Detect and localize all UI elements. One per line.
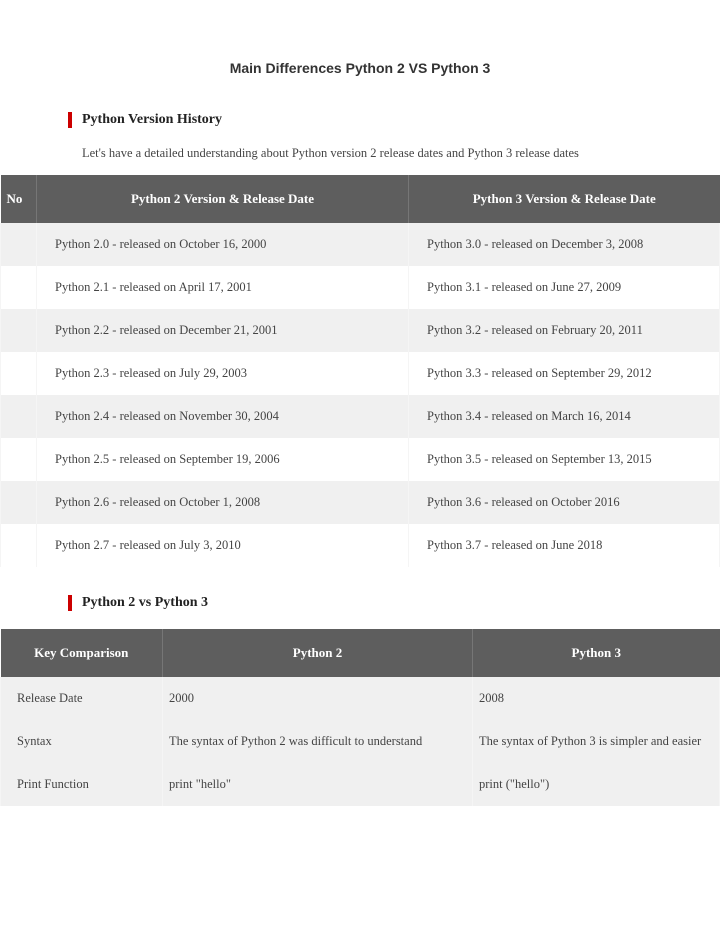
- cell-python3: Python 3.3 - released on September 29, 2…: [409, 352, 720, 395]
- cell-python2: print "hello": [163, 763, 473, 806]
- cell-python2: Python 2.3 - released on July 29, 2003: [37, 352, 409, 395]
- comparison-table: Key Comparison Python 2 Python 3 Release…: [0, 629, 720, 806]
- cell-python3: Python 3.1 - released on June 27, 2009: [409, 266, 720, 309]
- cell-python2: Python 2.7 - released on July 3, 2010: [37, 524, 409, 567]
- cell-python3: 2008: [473, 677, 720, 720]
- col-header-python2: Python 2 Version & Release Date: [37, 175, 409, 223]
- cell-python2: 2000: [163, 677, 473, 720]
- cell-python2: Python 2.0 - released on October 16, 200…: [37, 223, 409, 266]
- accent-bar-icon: [68, 595, 72, 611]
- cell-python3: Python 3.5 - released on September 13, 2…: [409, 438, 720, 481]
- table-row: Release Date20002008: [1, 677, 720, 720]
- cell-key: Release Date: [1, 677, 163, 720]
- col-header-python2: Python 2: [163, 629, 473, 677]
- cell-python2: Python 2.5 - released on September 19, 2…: [37, 438, 409, 481]
- version-history-table: No Python 2 Version & Release Date Pytho…: [0, 175, 720, 567]
- main-title: Main Differences Python 2 VS Python 3: [0, 60, 720, 76]
- table-row: Python 2.6 - released on October 1, 2008…: [1, 481, 720, 524]
- accent-bar-icon: [68, 112, 72, 128]
- intro-text: Let's have a detailed understanding abou…: [82, 146, 720, 161]
- cell-no: [1, 438, 37, 481]
- cell-python3: print ("hello"): [473, 763, 720, 806]
- section-heading-text: Python 2 vs Python 3: [82, 595, 208, 611]
- cell-python3: Python 3.7 - released on June 2018: [409, 524, 720, 567]
- document-page: Main Differences Python 2 VS Python 3 Py…: [0, 0, 720, 874]
- table-row: Python 2.3 - released on July 29, 2003Py…: [1, 352, 720, 395]
- cell-python3: Python 3.0 - released on December 3, 200…: [409, 223, 720, 266]
- cell-no: [1, 223, 37, 266]
- section-heading-compare: Python 2 vs Python 3: [68, 595, 720, 611]
- col-header-key: Key Comparison: [1, 629, 163, 677]
- table-header-row: No Python 2 Version & Release Date Pytho…: [1, 175, 720, 223]
- cell-python2: Python 2.4 - released on November 30, 20…: [37, 395, 409, 438]
- cell-python2: Python 2.6 - released on October 1, 2008: [37, 481, 409, 524]
- cell-python2: Python 2.2 - released on December 21, 20…: [37, 309, 409, 352]
- cell-key: Syntax: [1, 720, 163, 763]
- table-row: Python 2.2 - released on December 21, 20…: [1, 309, 720, 352]
- table-row: Python 2.4 - released on November 30, 20…: [1, 395, 720, 438]
- section-heading-text: Python Version History: [82, 112, 222, 128]
- section-heading-history: Python Version History: [68, 112, 720, 128]
- cell-no: [1, 266, 37, 309]
- table-header-row: Key Comparison Python 2 Python 3: [1, 629, 720, 677]
- table-row: SyntaxThe syntax of Python 2 was difficu…: [1, 720, 720, 763]
- table-row: Print Functionprint "hello"print ("hello…: [1, 763, 720, 806]
- cell-no: [1, 309, 37, 352]
- col-header-python3: Python 3 Version & Release Date: [409, 175, 720, 223]
- table-row: Python 2.1 - released on April 17, 2001P…: [1, 266, 720, 309]
- cell-python3: The syntax of Python 3 is simpler and ea…: [473, 720, 720, 763]
- cell-no: [1, 524, 37, 567]
- table-row: Python 2.7 - released on July 3, 2010Pyt…: [1, 524, 720, 567]
- cell-key: Print Function: [1, 763, 163, 806]
- cell-no: [1, 352, 37, 395]
- col-header-no: No: [1, 175, 37, 223]
- table-row: Python 2.0 - released on October 16, 200…: [1, 223, 720, 266]
- col-header-python3: Python 3: [473, 629, 720, 677]
- cell-python3: Python 3.6 - released on October 2016: [409, 481, 720, 524]
- cell-no: [1, 481, 37, 524]
- cell-python3: Python 3.4 - released on March 16, 2014: [409, 395, 720, 438]
- table-row: Python 2.5 - released on September 19, 2…: [1, 438, 720, 481]
- cell-python2: The syntax of Python 2 was difficult to …: [163, 720, 473, 763]
- cell-python2: Python 2.1 - released on April 17, 2001: [37, 266, 409, 309]
- cell-no: [1, 395, 37, 438]
- cell-python3: Python 3.2 - released on February 20, 20…: [409, 309, 720, 352]
